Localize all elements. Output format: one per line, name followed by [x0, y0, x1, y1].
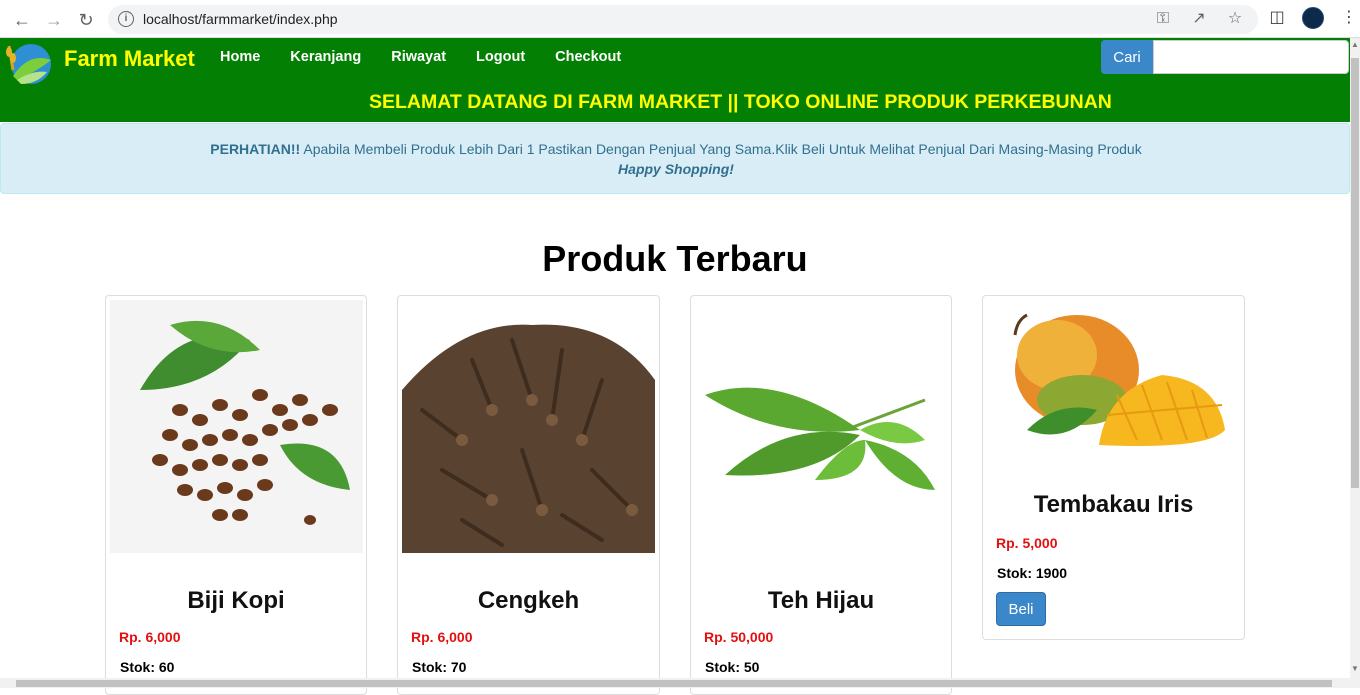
key-icon[interactable]: ⚿	[1154, 10, 1172, 28]
search-input[interactable]	[1153, 40, 1349, 74]
url-text[interactable]: localhost/farmmarket/index.php	[143, 11, 338, 27]
side-panel-icon[interactable]: ◫	[1266, 7, 1288, 29]
info-alert: PERHATIAN!! Apabila Membeli Produk Lebih…	[0, 123, 1350, 194]
product-name[interactable]: Cengkeh	[398, 587, 659, 615]
product-stock: Stok: 60	[120, 659, 175, 675]
site-navbar: Farm Market Home Keranjang Riwayat Logou…	[0, 38, 1350, 122]
share-icon[interactable]: ↗	[1190, 10, 1208, 28]
product-price: Rp. 6,000	[411, 629, 473, 645]
welcome-marquee: SELAMAT DATANG DI FARM MARKET || TOKO ON…	[369, 91, 1112, 113]
page-title: Produk Terbaru	[542, 238, 808, 279]
nav-checkout[interactable]: Checkout	[555, 49, 621, 65]
alert-strong: PERHATIAN!!	[210, 141, 301, 157]
product-card: Teh Hijau Rp. 50,000 Stok: 50	[690, 295, 952, 695]
product-card: Cengkeh Rp. 6,000 Stok: 70	[397, 295, 660, 695]
vertical-scrollbar[interactable]: ▲ ▼	[1350, 38, 1360, 688]
brand-name[interactable]: Farm Market	[64, 46, 195, 72]
site-info-icon[interactable]: i	[118, 11, 134, 27]
forward-icon[interactable]: →	[42, 8, 66, 32]
scroll-up-icon[interactable]: ▲	[1351, 40, 1359, 49]
product-price: Rp. 5,000	[996, 535, 1058, 551]
horizontal-scroll-thumb[interactable]	[16, 680, 1332, 687]
product-card: Biji Kopi Rp. 6,000 Stok: 60	[105, 295, 367, 695]
product-card: Tembakau Iris Rp. 5,000 Stok: 1900 Beli	[982, 295, 1245, 640]
menu-icon[interactable]: ⋮	[1338, 7, 1360, 29]
horizontal-scrollbar[interactable]	[0, 678, 1350, 688]
profile-avatar[interactable]	[1302, 7, 1324, 29]
browser-toolbar: ← → ↻ i localhost/farmmarket/index.php ⚿…	[0, 0, 1360, 38]
product-name[interactable]: Tembakau Iris	[983, 491, 1244, 519]
product-name[interactable]: Biji Kopi	[106, 587, 366, 615]
product-stock: Stok: 1900	[997, 565, 1068, 581]
product-name[interactable]: Teh Hijau	[691, 587, 951, 615]
product-price: Rp. 50,000	[704, 629, 774, 645]
vertical-scroll-thumb[interactable]	[1351, 58, 1359, 488]
product-stock: Stok: 50	[705, 659, 760, 675]
nav-keranjang[interactable]: Keranjang	[290, 49, 361, 65]
reload-icon[interactable]: ↻	[74, 8, 98, 32]
coffee-beans-image[interactable]	[110, 300, 363, 553]
mango-image[interactable]	[987, 300, 1240, 460]
product-stock: Stok: 70	[412, 659, 467, 675]
nav-home[interactable]: Home	[220, 49, 260, 65]
alert-text: Apabila Membeli Produk Lebih Dari 1 Past…	[300, 141, 1142, 157]
back-icon[interactable]: ←	[10, 8, 34, 32]
buy-button[interactable]: Beli	[996, 592, 1046, 626]
address-bar[interactable]: i localhost/farmmarket/index.php ⚿ ↗ ☆	[108, 5, 1258, 34]
scroll-down-icon[interactable]: ▼	[1351, 664, 1359, 673]
nav-riwayat[interactable]: Riwayat	[391, 49, 446, 65]
nav-logout[interactable]: Logout	[476, 49, 525, 65]
alert-tagline: Happy Shopping!	[618, 161, 734, 177]
star-icon[interactable]: ☆	[1226, 10, 1244, 28]
product-price: Rp. 6,000	[119, 629, 181, 645]
farm-market-logo-icon[interactable]	[3, 40, 53, 86]
cloves-image[interactable]	[402, 300, 655, 553]
alert-message: PERHATIAN!! Apabila Membeli Produk Lebih…	[1, 141, 1351, 157]
tea-leaves-image[interactable]	[695, 300, 948, 553]
search-button[interactable]: Cari	[1101, 40, 1153, 74]
